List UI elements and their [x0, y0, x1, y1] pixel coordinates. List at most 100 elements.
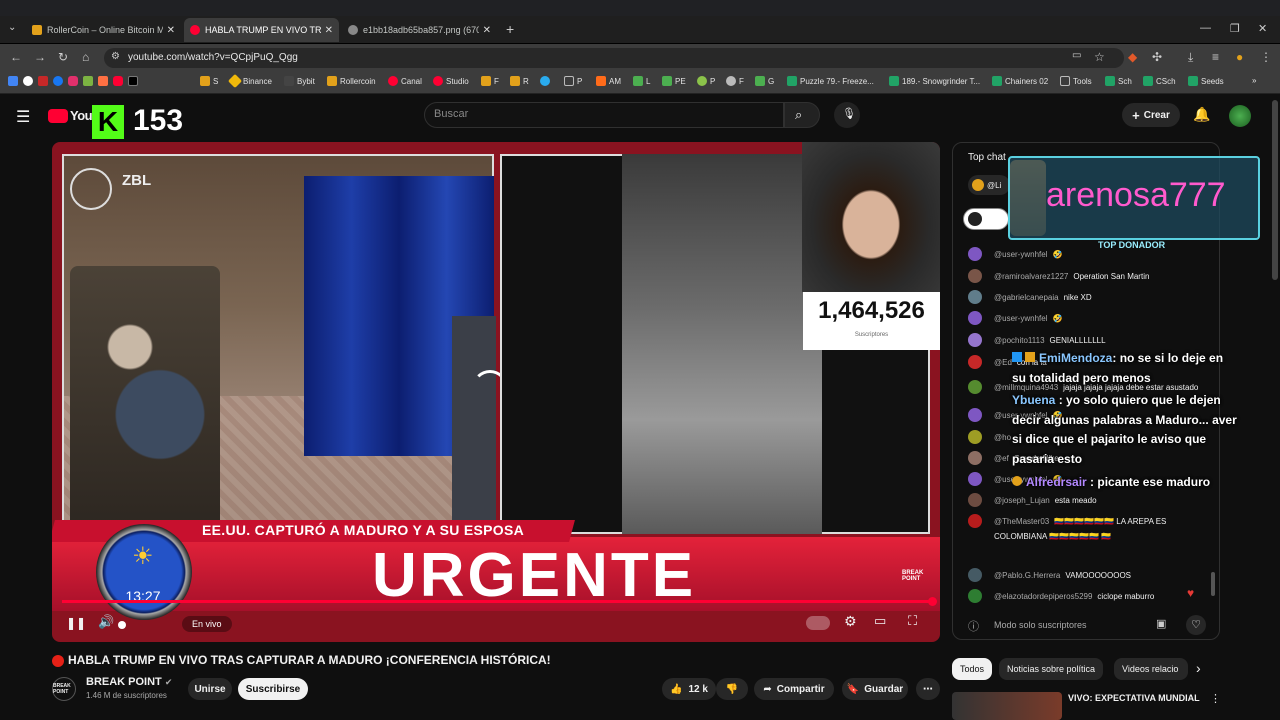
volume-slider[interactable] [118, 621, 126, 629]
chip-politics-news[interactable]: Noticias sobre política [999, 658, 1104, 680]
chip-related[interactable]: Videos relacio [1114, 658, 1188, 680]
x-icon[interactable] [128, 76, 138, 86]
instagram-icon[interactable] [68, 76, 78, 86]
chat-avatar[interactable] [968, 408, 982, 422]
save-button[interactable]: 🔖 Guardar [842, 678, 908, 700]
bookmark-item[interactable]: L [633, 76, 650, 86]
bookmark-item[interactable]: Seeds [1188, 76, 1224, 86]
media-controls-icon[interactable]: ≡ [1212, 50, 1219, 64]
window-close-icon[interactable]: ✕ [1258, 22, 1267, 35]
home-icon[interactable]: ⌂ [82, 50, 89, 64]
heart-outline-icon[interactable]: ♡ [1186, 615, 1206, 635]
new-tab-plus-icon[interactable]: + [506, 21, 514, 37]
bookmarks-overflow-icon[interactable]: » [1252, 76, 1256, 85]
share-button[interactable]: ➦ Compartir [754, 678, 834, 700]
bookmark-item[interactable]: Rollercoin [327, 76, 376, 86]
chat-avatar[interactable] [968, 430, 982, 444]
autoplay-toggle[interactable] [806, 616, 830, 630]
bookmark-item[interactable]: Sch [1105, 76, 1132, 86]
bookmark-star-icon[interactable]: ☆ [1094, 50, 1105, 64]
bookmark-app-icon[interactable] [8, 76, 18, 86]
notifications-bell-icon[interactable]: 🔔 [1193, 106, 1210, 123]
extension-fox-icon[interactable]: ◆ [1128, 50, 1137, 64]
chat-author[interactable]: @pochito1113 [994, 336, 1045, 345]
browser-tab-rollercoin[interactable]: RollerCoin – Online Bitcoin Min ✕ [26, 18, 181, 42]
chat-author[interactable]: @ef [994, 454, 1009, 463]
close-icon[interactable]: ✕ [167, 25, 175, 36]
chip-all[interactable]: Todos [952, 658, 993, 680]
site-info-icon[interactable]: ⚙ [111, 51, 120, 62]
back-arrow-icon[interactable]: ← [10, 50, 22, 64]
chat-author[interactable]: @gabrielcanepaia [994, 293, 1059, 302]
video-player[interactable]: ZBL 1,464,526 Suscriptores EE.UU. CAPTUR… [52, 142, 940, 642]
related-more-icon[interactable]: ⋮ [1210, 692, 1221, 705]
page-scrollbar[interactable] [1272, 100, 1278, 280]
channel-name[interactable]: BREAK POINT ✔ [86, 676, 172, 688]
chat-author[interactable]: @joseph_Lujan [994, 496, 1050, 505]
chat-avatar[interactable] [968, 269, 982, 283]
hamburger-menu-icon[interactable]: ☰ [16, 107, 30, 127]
extensions-puzzle-icon[interactable]: ✣ [1152, 50, 1162, 64]
related-thumbnail[interactable] [952, 692, 1062, 720]
install-icon[interactable]: ▭ [1072, 50, 1081, 61]
chat-avatar[interactable] [968, 568, 982, 582]
pinned-chip[interactable]: @Li [968, 175, 1010, 195]
bookmark-item[interactable]: P [564, 76, 582, 86]
reload-icon[interactable]: ↻ [58, 50, 68, 64]
settings-gear-icon[interactable]: ⚙ [844, 613, 857, 630]
menu-kebab-icon[interactable]: ⋮ [1260, 50, 1272, 64]
chat-author[interactable]: @ramiroalvarez1227 [994, 272, 1068, 281]
chat-avatar[interactable] [968, 290, 982, 304]
chat-banner-avatar[interactable] [963, 208, 1009, 230]
chat-avatar[interactable] [968, 514, 982, 528]
bookmark-item[interactable]: F [481, 76, 499, 86]
chat-header[interactable]: Top chat [968, 152, 1006, 163]
heart-reaction-icon[interactable]: ♥ [1187, 586, 1194, 600]
bookmark-app-icon[interactable] [98, 76, 108, 86]
theater-mode-icon[interactable]: ▭ [874, 613, 886, 629]
url-text[interactable]: youtube.com/watch?v=QCpjPuQ_Qgg [128, 52, 298, 63]
subscribe-button[interactable]: Suscribirse [238, 678, 308, 700]
bookmark-item[interactable]: P [697, 76, 715, 86]
chat-avatar[interactable] [968, 380, 982, 394]
chat-avatar[interactable] [968, 589, 982, 603]
youtube-icon[interactable] [113, 76, 123, 86]
chat-avatar[interactable] [968, 493, 982, 507]
join-button[interactable]: Unirse [188, 678, 232, 700]
minimize-icon[interactable]: — [1200, 22, 1211, 34]
bookmark-item[interactable]: CSch [1143, 76, 1176, 86]
chat-avatar[interactable] [968, 355, 982, 369]
chat-author[interactable]: @TheMaster03 [994, 517, 1049, 526]
bookmark-item[interactable]: Chainers 02 [992, 76, 1048, 86]
restore-icon[interactable]: ❐ [1230, 22, 1240, 35]
bookmark-item[interactable]: PE [662, 76, 686, 86]
bookmark-item[interactable] [540, 76, 553, 86]
chat-avatar[interactable] [968, 451, 982, 465]
volume-icon[interactable]: 🔊 [98, 614, 114, 630]
chat-avatar[interactable] [968, 247, 982, 261]
bookmark-item[interactable]: Tools [1060, 76, 1092, 86]
progress-scrubber[interactable] [928, 597, 937, 606]
voice-search-button[interactable]: 🎙 [834, 102, 860, 128]
live-badge[interactable]: En vivo [182, 616, 232, 632]
bookmark-item[interactable]: Puzzle 79.- Freeze... [787, 76, 874, 86]
bookmark-item[interactable]: Bybit [284, 76, 315, 86]
search-input[interactable] [424, 102, 784, 128]
bookmark-app-icon[interactable] [83, 76, 93, 86]
bookmark-item[interactable]: AM [596, 76, 621, 86]
tab-search-icon[interactable]: ⌄ [8, 22, 16, 33]
chat-author[interactable]: @Ed [994, 358, 1012, 367]
browser-tab-youtube[interactable]: HABLA TRUMP EN VIVO TRAS ✕ [184, 18, 339, 42]
bookmark-item[interactable]: R [510, 76, 529, 86]
info-icon[interactable]: ⓘ [968, 618, 979, 634]
bookmark-item[interactable]: G [755, 76, 774, 86]
related-video-title[interactable]: VIVO: EXPECTATIVA MUNDIAL [1068, 693, 1200, 703]
facebook-icon[interactable] [53, 76, 63, 86]
chat-author[interactable]: @ho [994, 433, 1011, 442]
chat-author[interactable]: @Pablo.G.Herrera [994, 571, 1060, 580]
fullscreen-icon[interactable]: ⛶ [908, 613, 917, 629]
bookmark-icons-group[interactable] [8, 76, 138, 86]
progress-track[interactable] [62, 600, 932, 603]
super-chat-icon[interactable]: ▣ [1156, 617, 1166, 630]
browser-tab-image[interactable]: e1bb18adb65ba857.png (670 ✕ [342, 18, 497, 42]
